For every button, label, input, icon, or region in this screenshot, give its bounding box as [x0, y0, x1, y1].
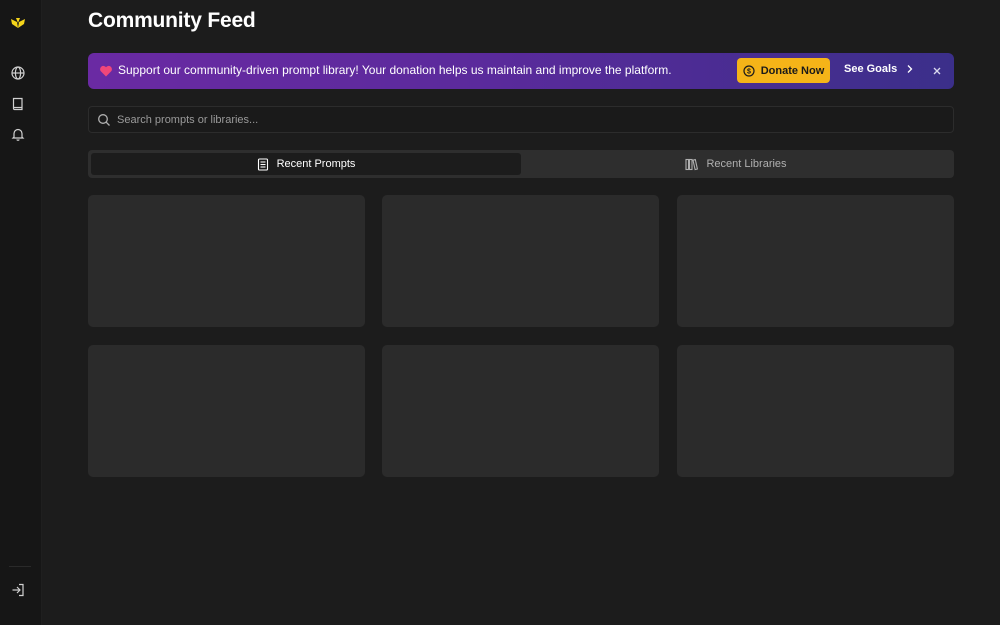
banner-message: Support our community-driven prompt libr… — [118, 63, 672, 77]
card-placeholder — [677, 345, 954, 477]
donation-banner: Support our community-driven prompt libr… — [88, 53, 954, 89]
search-icon — [98, 114, 110, 126]
search-input[interactable] — [117, 110, 937, 129]
search-bar — [88, 106, 954, 133]
library-icon — [685, 158, 699, 170]
see-goals-label: See Goals — [844, 63, 898, 75]
close-icon[interactable] — [931, 65, 943, 77]
globe-icon[interactable] — [9, 64, 27, 82]
see-goals-link[interactable]: See Goals — [844, 63, 914, 75]
app: Community Feed Support our community-dri… — [0, 0, 1000, 625]
bell-icon[interactable] — [9, 125, 27, 143]
card-placeholder — [382, 195, 659, 327]
chevron-right-icon — [907, 65, 913, 73]
page-title: Community Feed — [88, 9, 256, 32]
sidebar — [0, 0, 42, 625]
card-placeholder — [88, 195, 365, 327]
coin-icon: $ — [743, 64, 755, 77]
document-icon — [257, 157, 268, 171]
donate-button-label: Donate Now — [760, 64, 825, 77]
heart-icon — [100, 65, 112, 77]
logo-icon[interactable] — [9, 15, 27, 33]
svg-text:$: $ — [747, 68, 751, 75]
donate-button[interactable]: $ Donate Now — [737, 58, 830, 83]
tab-recent-prompts[interactable]: Recent Prompts — [91, 153, 521, 175]
card-placeholder — [677, 195, 954, 327]
book-icon[interactable] — [9, 95, 27, 113]
tab-recent-libraries[interactable]: Recent Libraries — [521, 153, 951, 175]
card-placeholder — [382, 345, 659, 477]
card-placeholder — [88, 345, 365, 477]
sidebar-divider — [9, 566, 31, 567]
feed-tabs: Recent Prompts Recent Libraries — [88, 150, 954, 178]
tab-recent-libraries-label: Recent Libraries — [706, 158, 787, 170]
tab-recent-prompts-label: Recent Prompts — [276, 158, 356, 170]
logout-icon[interactable] — [9, 581, 27, 599]
